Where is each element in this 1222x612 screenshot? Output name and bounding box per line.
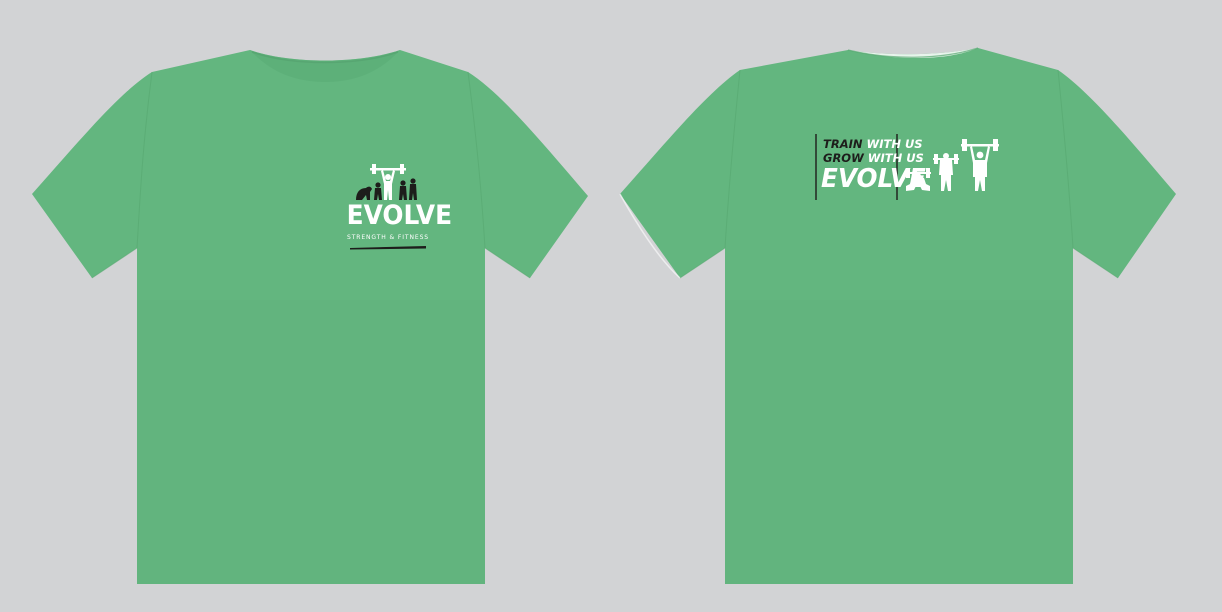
mockup-canvas: EVOLVE STRENGTH & FITNESS TRAIN WITH US … [0, 0, 1222, 612]
front-tagline: STRENGTH & FITNESS [346, 234, 429, 241]
front-shirt [32, 50, 588, 584]
back-tagline-line1: TRAIN WITH US [823, 137, 923, 151]
back-line2-word: GROW [823, 151, 864, 165]
back-line1-rest: WITH US [866, 137, 923, 151]
back-line2-rest: WITH US [867, 151, 924, 165]
back-brand-text: EVOLVE [821, 164, 926, 194]
front-brand-text: EVOLVE [346, 200, 453, 231]
back-shirt [619, 47, 1176, 584]
back-line1-word: TRAIN [823, 137, 863, 151]
back-tagline-line2: GROW WITH US [823, 151, 924, 165]
shirts-illustration [32, 47, 1176, 584]
